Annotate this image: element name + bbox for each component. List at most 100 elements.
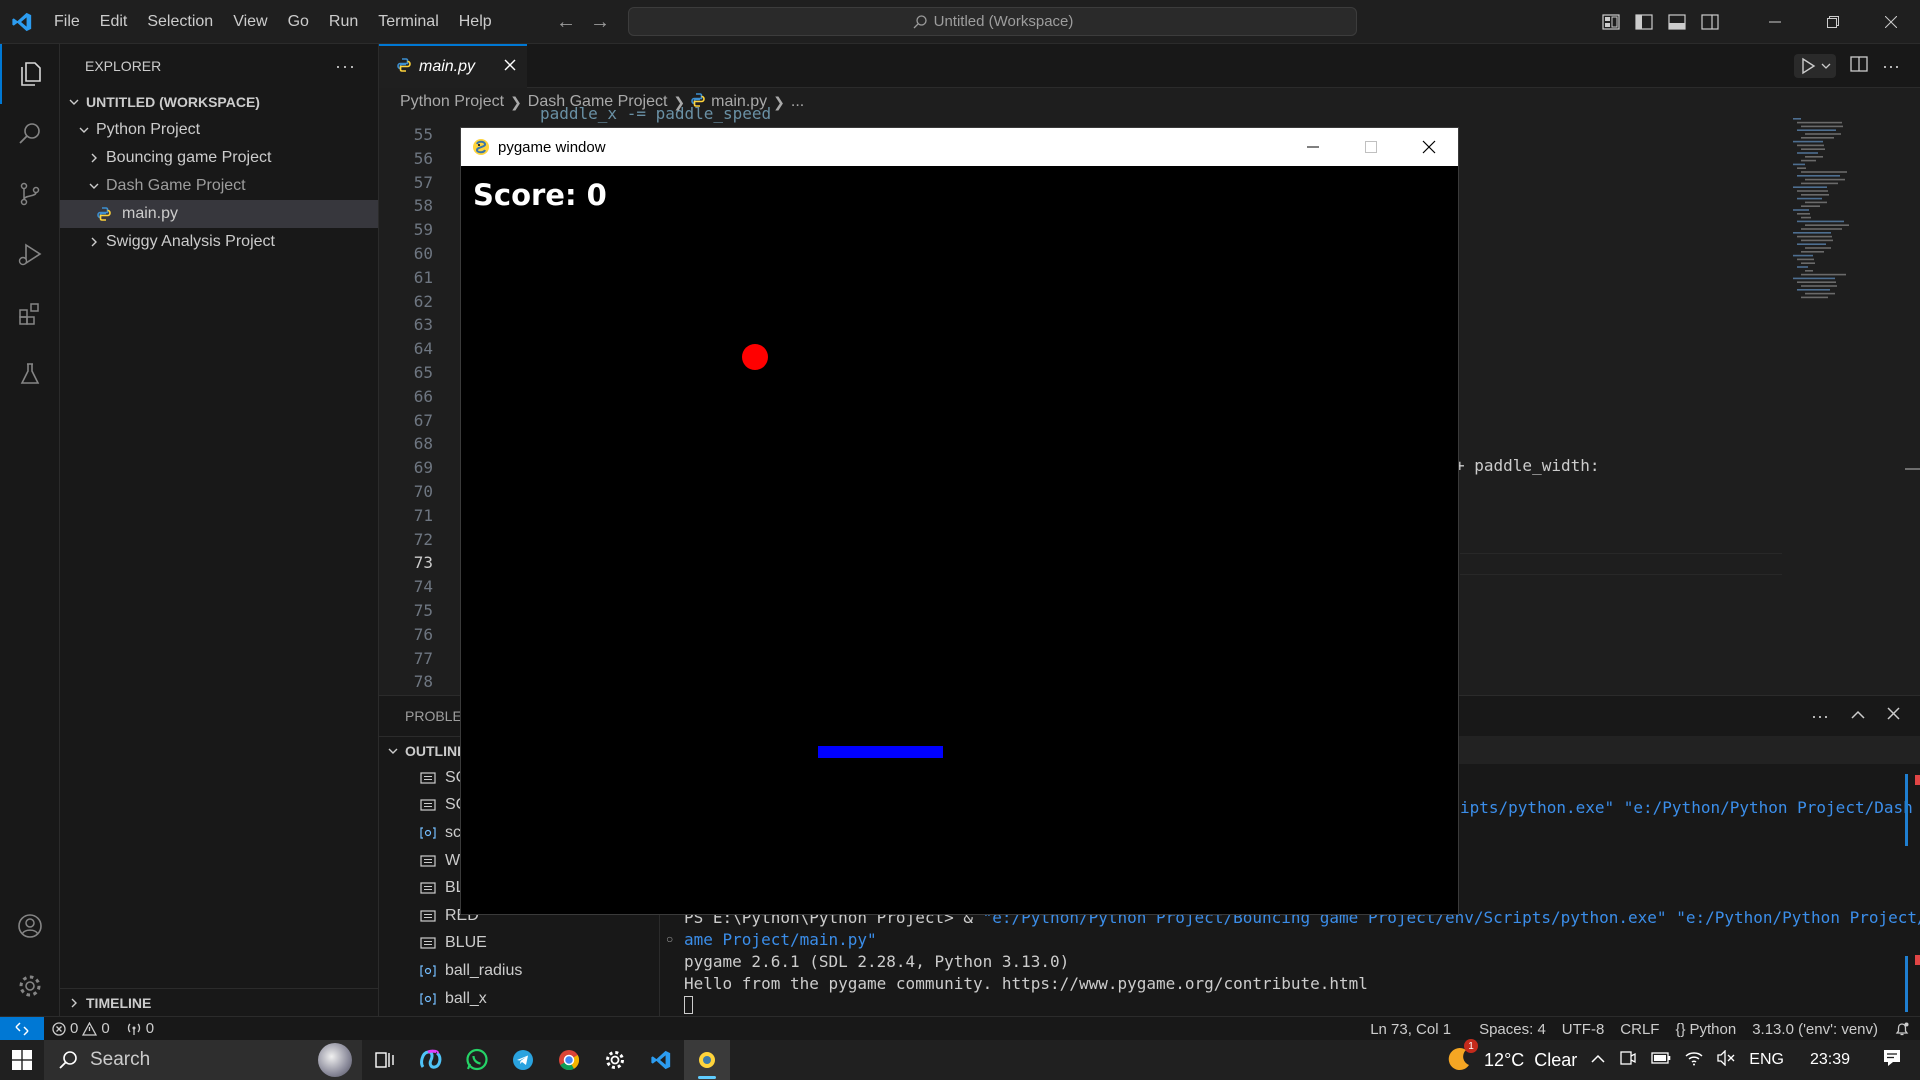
battery-icon[interactable]	[1651, 1051, 1671, 1069]
telegram-icon[interactable]	[500, 1040, 546, 1080]
system-tray: 1 12°C Clear ENG 23:39	[1444, 1039, 1920, 1080]
close-tab-icon[interactable]	[503, 58, 517, 77]
game-canvas[interactable]: Score: 0	[461, 166, 1458, 914]
more-actions-icon[interactable]: ···	[1811, 706, 1829, 727]
terminal-scrollbar[interactable]	[1905, 956, 1908, 1012]
menu-go[interactable]: Go	[278, 0, 319, 44]
tree-file-item[interactable]: main.py	[60, 200, 378, 228]
run-and-debug-icon[interactable]	[0, 224, 60, 284]
menu-run[interactable]: Run	[319, 0, 368, 44]
vscode-logo-icon[interactable]	[0, 0, 44, 44]
more-actions-icon[interactable]: ···	[1882, 56, 1900, 77]
python-interpreter[interactable]: 3.13.0 ('env': venv)	[1744, 1017, 1886, 1041]
meet-now-icon[interactable]	[1619, 1050, 1637, 1071]
volume-muted-icon[interactable]	[1717, 1048, 1735, 1071]
language-mode[interactable]: {} Python	[1667, 1017, 1744, 1041]
menu-selection[interactable]: Selection	[137, 0, 223, 44]
maximize-panel-icon[interactable]	[1851, 707, 1865, 725]
windows-start-icon[interactable]	[0, 1040, 44, 1080]
end-of-line[interactable]: CRLF	[1612, 1017, 1667, 1041]
weather-widget[interactable]: 1 12°C Clear	[1444, 1039, 1577, 1075]
close-window-icon[interactable]	[1862, 0, 1920, 44]
tree-item-label: Swiggy Analysis Project	[106, 233, 275, 250]
whatsapp-icon[interactable]	[454, 1040, 500, 1080]
workspace-root[interactable]: UNTITLED (WORKSPACE)	[60, 88, 378, 116]
breadcrumb-item[interactable]: Python Project	[400, 93, 504, 111]
vscode-taskbar-icon[interactable]	[638, 1040, 684, 1080]
file-encoding[interactable]: UTF-8	[1554, 1017, 1613, 1041]
manage-gear-icon[interactable]	[0, 956, 60, 1016]
pygame-window[interactable]: pygame window Score: 0	[460, 127, 1459, 915]
close-window-icon[interactable]	[1400, 128, 1458, 166]
forward-arrow-icon[interactable]: →	[590, 11, 610, 34]
tree-folder-item[interactable]: Swiggy Analysis Project	[60, 228, 378, 256]
menu-view[interactable]: View	[223, 0, 277, 44]
minimize-window-icon[interactable]	[1746, 0, 1804, 44]
menu-file[interactable]: File	[44, 0, 90, 44]
remote-indicator-icon[interactable]	[0, 1016, 44, 1041]
line-number: 64	[413, 339, 433, 359]
line-number: 67	[413, 410, 433, 430]
breadcrumb-item[interactable]: ...	[791, 93, 804, 111]
tab-main-py[interactable]: main.py	[379, 44, 527, 88]
source-control-icon[interactable]	[0, 164, 60, 224]
testing-flask-icon[interactable]	[0, 344, 60, 404]
toggle-panel-icon[interactable]	[1660, 0, 1693, 44]
copilot-icon[interactable]	[408, 1040, 454, 1080]
toggle-primary-sidebar-icon[interactable]	[1627, 0, 1660, 44]
chevron-right-icon	[86, 234, 102, 250]
customize-layout-icon[interactable]	[1594, 0, 1627, 44]
outline-item[interactable]: ball_radius	[379, 957, 659, 985]
split-editor-icon[interactable]	[1850, 55, 1868, 77]
ports-status[interactable]: 0	[118, 1017, 162, 1041]
indentation[interactable]: Spaces: 4	[1471, 1017, 1554, 1041]
problems-status[interactable]: 0 0	[44, 1017, 118, 1041]
tree-folder-item[interactable]: Bouncing game Project	[60, 144, 378, 172]
tree-folder-item[interactable]: Dash Game Project	[60, 172, 378, 200]
menu-edit[interactable]: Edit	[90, 0, 138, 44]
clock[interactable]: 23:39	[1810, 1051, 1850, 1069]
search-icon[interactable]	[0, 104, 60, 164]
input-language[interactable]: ENG	[1749, 1051, 1784, 1069]
minimap[interactable]	[1785, 116, 1905, 316]
tree-folder-item[interactable]: Python Project	[60, 116, 378, 144]
pygame-title-bar[interactable]: pygame window	[461, 128, 1458, 166]
extensions-icon[interactable]	[0, 284, 60, 344]
search-icon	[59, 1051, 77, 1069]
chevron-up-icon[interactable]	[1591, 1051, 1605, 1069]
cursor-position[interactable]: Ln 73, Col 1	[1362, 1017, 1459, 1041]
terminal-scrollbar[interactable]	[1905, 774, 1908, 846]
editor-scrollbar[interactable]	[1905, 468, 1920, 470]
menu-help[interactable]: Help	[449, 0, 502, 44]
variable-symbol-icon	[419, 964, 437, 978]
accounts-icon[interactable]	[0, 896, 60, 956]
command-center[interactable]: Untitled (Workspace)	[628, 7, 1357, 36]
run-python-file-button[interactable]	[1794, 54, 1837, 78]
notification-center-icon[interactable]	[1882, 1048, 1902, 1073]
minimap-line	[1801, 273, 1846, 276]
taskbar-search-box[interactable]: Search	[44, 1040, 362, 1080]
close-panel-icon[interactable]	[1887, 707, 1900, 725]
task-view-icon[interactable]	[362, 1040, 408, 1080]
minimap-line	[1805, 201, 1827, 204]
pygame-taskbar-icon[interactable]	[684, 1040, 730, 1080]
outline-item[interactable]: BLUE	[379, 930, 659, 958]
chevron-down-icon	[66, 94, 82, 110]
minimize-window-icon[interactable]	[1284, 128, 1342, 166]
menu-terminal[interactable]: Terminal	[368, 0, 448, 44]
toggle-secondary-sidebar-icon[interactable]	[1693, 0, 1726, 44]
chrome-icon[interactable]	[546, 1040, 592, 1080]
chevron-right-icon: ❯	[510, 93, 522, 110]
more-actions-icon[interactable]: ···	[335, 56, 356, 77]
line-number: 68	[413, 434, 433, 454]
terminal-command-marker-icon[interactable]: ○	[666, 932, 673, 946]
wifi-icon[interactable]	[1685, 1050, 1703, 1071]
explorer-icon[interactable]	[0, 44, 60, 104]
settings-gear-icon[interactable]	[592, 1040, 638, 1080]
maximize-window-icon[interactable]	[1342, 128, 1400, 166]
notifications-bell-icon[interactable]	[1886, 1017, 1920, 1041]
back-arrow-icon[interactable]: ←	[556, 11, 576, 34]
outline-item[interactable]: ball_x	[379, 985, 659, 1013]
timeline-section[interactable]: TIMELINE	[60, 988, 379, 1016]
restore-window-icon[interactable]	[1804, 0, 1862, 44]
